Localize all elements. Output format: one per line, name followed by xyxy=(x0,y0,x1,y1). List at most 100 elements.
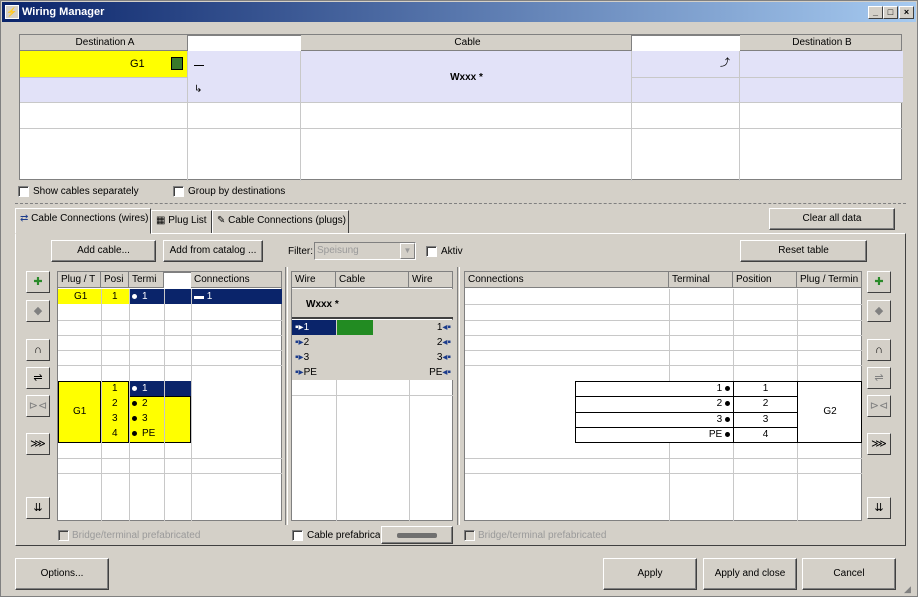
header-blank-1[interactable] xyxy=(188,35,301,36)
header-terminal[interactable]: Termi xyxy=(129,272,164,288)
cell-term[interactable]: 2 xyxy=(132,397,148,411)
show-cables-separately-checkbox[interactable] xyxy=(18,186,29,197)
remove-plug-right-icon[interactable]: ◆ xyxy=(867,300,891,322)
row-div xyxy=(465,335,862,336)
cell-pos[interactable]: 2 xyxy=(112,397,118,411)
header-plug[interactable]: Plug / T xyxy=(58,272,101,288)
cell-pos[interactable]: 4 xyxy=(112,427,118,441)
cell-pos[interactable]: 3 xyxy=(112,412,118,426)
wire-left[interactable]: ▪▸2 xyxy=(295,336,309,350)
wire-bend-icon: ↳ xyxy=(194,84,203,95)
connect-right-icon[interactable]: ⊳⊲ xyxy=(867,395,891,417)
collapse-icon[interactable]: ⇊ xyxy=(26,497,50,519)
cell-pos[interactable]: 1 xyxy=(734,382,797,396)
cell-pos[interactable]: 1 xyxy=(112,290,118,304)
bridge-icon[interactable]: ∩ xyxy=(26,339,50,361)
collapse-right-icon[interactable]: ⇊ xyxy=(867,497,891,519)
splitter-left[interactable] xyxy=(285,267,288,525)
splitter[interactable] xyxy=(15,203,906,204)
cell-term[interactable]: 2 xyxy=(670,397,732,411)
cell-term[interactable]: PE xyxy=(132,427,155,441)
header-terminal[interactable]: Terminal xyxy=(669,272,733,288)
bridge-prefab-right-label: Bridge/terminal prefabricated xyxy=(478,530,607,541)
add-plug-icon[interactable]: ✚ xyxy=(26,271,50,293)
bridge-prefab-left-checkbox[interactable] xyxy=(58,530,69,541)
header-position[interactable]: Posi xyxy=(101,272,129,288)
connect-icon[interactable]: ⊳⊲ xyxy=(26,395,50,417)
cell-pos[interactable]: 2 xyxy=(734,397,797,411)
swap-right-icon[interactable]: ⇌ xyxy=(867,367,891,389)
aktiv-checkbox[interactable] xyxy=(426,246,437,257)
left-terminal-table[interactable]: Plug / T Posi Termi Connections G1 1 1 ▬… xyxy=(57,271,282,521)
header-wire-left[interactable]: Wire xyxy=(292,272,336,288)
cell-term[interactable]: 1 xyxy=(132,382,148,396)
tab-cable-connections-plugs[interactable]: ✎ Cable Connections (plugs) xyxy=(212,210,349,234)
cable-overview-table[interactable]: Destination A Cable Destination B G1 ↳ W… xyxy=(19,34,903,181)
wire-left[interactable]: ▪▸1 xyxy=(295,321,309,335)
split-wire-right-icon[interactable]: ⋙ xyxy=(867,433,891,455)
filter-select[interactable]: Speisung ▼ xyxy=(314,242,416,260)
cell-pos[interactable]: 3 xyxy=(734,413,797,427)
title-bar: ⚡ Wiring Manager _ □ × xyxy=(2,2,916,22)
tab-cable-connections-wires[interactable]: ⇄ Cable Connections (wires) xyxy=(15,208,151,234)
wire-right[interactable]: 1◂▪ xyxy=(411,321,451,335)
right-terminal-table[interactable]: Connections Terminal Position Plug / Ter… xyxy=(464,271,862,521)
remove-plug-icon[interactable]: ◆ xyxy=(26,300,50,322)
apply-and-close-button[interactable]: Apply and close xyxy=(703,558,797,590)
col-div xyxy=(101,289,102,521)
cable-prefab-label: Cable prefabricated xyxy=(307,530,380,541)
cable-name: Wxxx * xyxy=(306,299,339,310)
clear-all-data-button[interactable]: Clear all data xyxy=(769,208,895,230)
add-cable-button[interactable]: Add cable... xyxy=(51,240,156,262)
header-connections[interactable]: Connections xyxy=(465,272,669,288)
group-by-destinations-checkbox[interactable] xyxy=(173,186,184,197)
header-destination-a[interactable]: Destination A xyxy=(20,35,188,51)
splitter-right[interactable] xyxy=(457,267,460,525)
cell-plug[interactable]: G2 xyxy=(798,405,862,419)
dest-a-cell[interactable] xyxy=(20,51,188,77)
cell-term[interactable]: 1 xyxy=(132,290,148,304)
options-button[interactable]: Options... xyxy=(15,558,109,590)
cell-pos[interactable]: 4 xyxy=(734,428,797,442)
wire-right[interactable]: 2◂▪ xyxy=(411,336,451,350)
reset-table-button[interactable]: Reset table xyxy=(740,240,867,262)
add-from-catalog-button[interactable]: Add from catalog ... xyxy=(163,240,263,262)
wire-left[interactable]: ▪▸3 xyxy=(295,351,309,365)
swap-icon[interactable]: ⇌ xyxy=(26,367,50,389)
header-blank[interactable] xyxy=(164,272,191,273)
maximize-button[interactable]: □ xyxy=(883,6,898,19)
header-wire-right[interactable]: Wire xyxy=(409,272,453,288)
cell-term[interactable]: 1 xyxy=(670,382,732,396)
resize-grip-icon[interactable]: ◢ xyxy=(904,584,911,595)
header-cable[interactable]: Cable xyxy=(336,272,409,288)
cell-term[interactable]: 3 xyxy=(670,413,732,427)
cable-wire-table[interactable]: Wire Cable Wire Wxxx * ▪▸1 ▪▸2 ▪▸3 ▪▸PE … xyxy=(291,271,453,521)
header-cable[interactable]: Cable xyxy=(301,35,632,51)
cell-term[interactable]: PE xyxy=(670,428,732,442)
header-plug-terminal[interactable]: Plug / Termin xyxy=(797,272,862,288)
wire-left[interactable]: ▪▸PE xyxy=(295,366,317,380)
minimize-button[interactable]: _ xyxy=(868,6,883,19)
cell-pos[interactable]: 1 xyxy=(112,382,118,396)
wire-right[interactable]: PE◂▪ xyxy=(411,366,451,380)
header-position[interactable]: Position xyxy=(733,272,797,288)
cell-conn[interactable]: ▬ 1 xyxy=(194,290,212,304)
bridge-right-icon[interactable]: ∩ xyxy=(867,339,891,361)
tab-plug-list[interactable]: ▦ Plug List xyxy=(151,210,212,234)
close-button[interactable]: × xyxy=(899,6,914,19)
split-wire-icon[interactable]: ⋙ xyxy=(26,433,50,455)
header-destination-b[interactable]: Destination B xyxy=(740,35,902,51)
bridge-prefab-right-checkbox[interactable] xyxy=(464,530,475,541)
apply-button[interactable]: Apply xyxy=(603,558,697,590)
app-icon: ⚡ xyxy=(5,5,19,19)
header-connections[interactable]: Connections xyxy=(191,272,282,288)
chevron-down-icon[interactable]: ▼ xyxy=(400,243,415,259)
cable-prefab-checkbox[interactable] xyxy=(292,530,303,541)
add-plug-right-icon[interactable]: ✚ xyxy=(867,271,891,293)
wire-right[interactable]: 3◂▪ xyxy=(411,351,451,365)
cable-prefab-button[interactable] xyxy=(381,526,453,544)
cell-term[interactable]: 3 xyxy=(132,412,148,426)
cell-plug[interactable]: G1 xyxy=(74,290,87,304)
cancel-button[interactable]: Cancel xyxy=(802,558,896,590)
header-blank-2[interactable] xyxy=(632,35,740,36)
